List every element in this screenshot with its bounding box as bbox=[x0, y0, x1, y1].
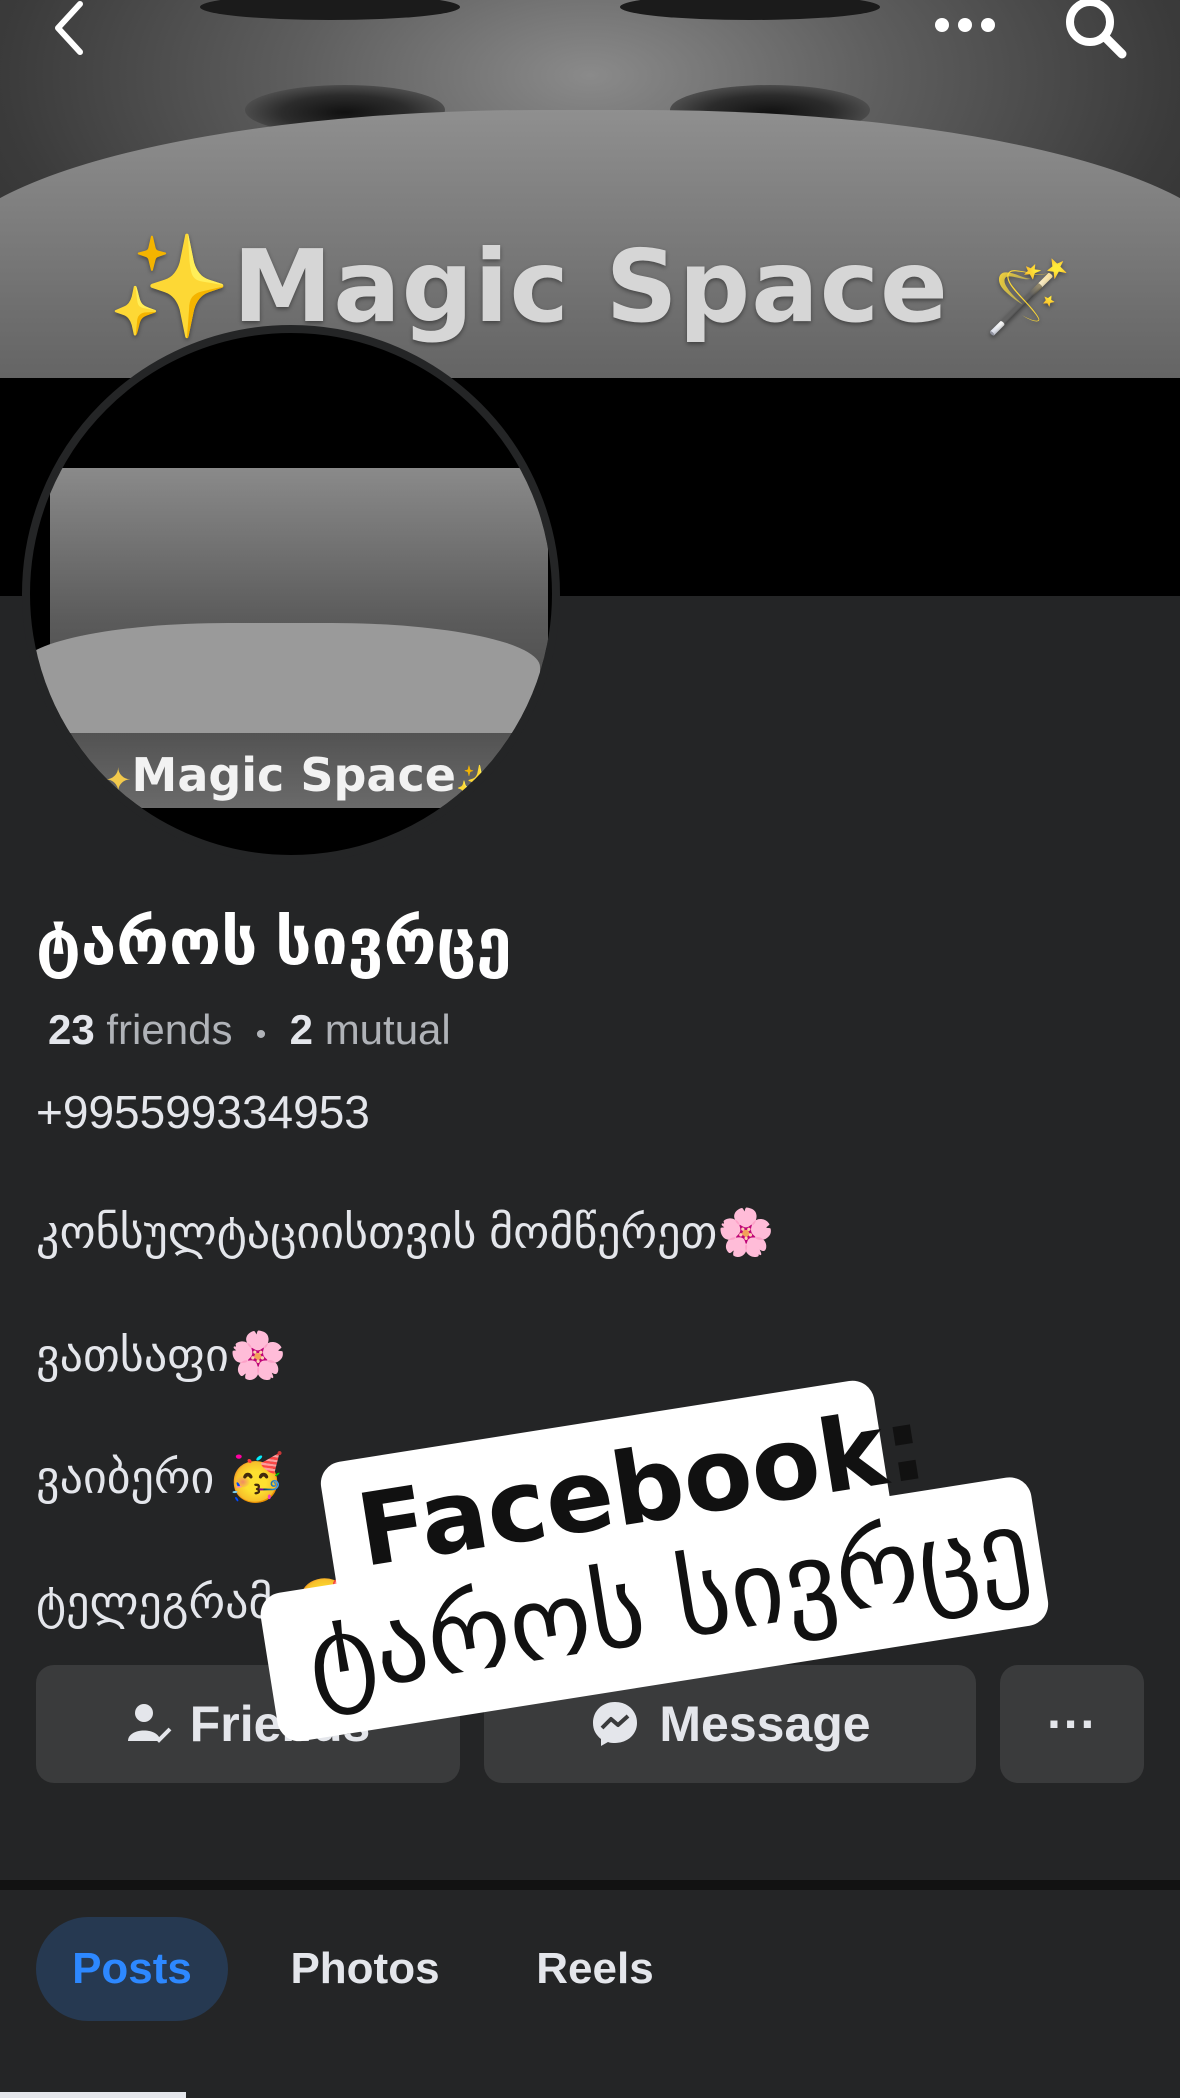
bio-line: ვათსაფი🌸 bbox=[36, 1329, 287, 1381]
mutual-count: 2 bbox=[289, 1006, 314, 1053]
friends-count: 23 bbox=[48, 1006, 95, 1053]
bio-phone: +995599334953 bbox=[36, 1086, 370, 1138]
cover-title: ✨Magic Space 🪄 bbox=[0, 228, 1180, 346]
separator-dot: • bbox=[255, 1018, 267, 1051]
avatar-text: ✦Magic Space✨ bbox=[30, 748, 552, 802]
avatar-mask bbox=[30, 623, 540, 733]
tab-photos[interactable]: Photos bbox=[272, 1917, 458, 2021]
cover-photo[interactable]: ✨Magic Space 🪄 bbox=[0, 0, 1180, 378]
friends-summary[interactable]: 23 friends • 2 mutual bbox=[48, 1006, 451, 1054]
section-divider bbox=[0, 1880, 1180, 1890]
mutual-label: mutual bbox=[324, 1006, 451, 1053]
profile-avatar[interactable]: ✦Magic Space✨ bbox=[22, 325, 560, 863]
cover-brow bbox=[620, 0, 880, 20]
sparkle-icon: ✦ bbox=[104, 761, 132, 799]
message-button-label: Message bbox=[659, 1696, 871, 1752]
magic-wand-icon: 🪄 bbox=[984, 256, 1073, 338]
friends-label: friends bbox=[106, 1006, 233, 1053]
bio-line: კონსულტაციისთვის მომწერეთ🌸 bbox=[36, 1206, 775, 1258]
sparkle-icon: ✨ bbox=[107, 228, 233, 345]
back-chevron-icon[interactable] bbox=[40, 0, 100, 60]
messenger-icon bbox=[593, 1702, 638, 1746]
more-icon[interactable] bbox=[930, 10, 1000, 40]
more-actions-label: ··· bbox=[1047, 1696, 1097, 1752]
friend-check-icon bbox=[127, 1704, 172, 1743]
cover-brow bbox=[200, 0, 460, 20]
tab-posts[interactable]: Posts bbox=[36, 1917, 228, 2021]
avatar-text-label: Magic Space bbox=[131, 748, 456, 802]
wand-icon: ✨ bbox=[455, 764, 494, 799]
profile-name: ტაროს სივრცე bbox=[36, 906, 512, 978]
more-actions-button[interactable]: ··· bbox=[1000, 1665, 1144, 1783]
search-icon[interactable] bbox=[1060, 0, 1130, 60]
scroll-indicator bbox=[0, 2092, 186, 2098]
cover-title-text: Magic Space bbox=[232, 228, 949, 345]
tab-reels[interactable]: Reels bbox=[510, 1917, 680, 2021]
